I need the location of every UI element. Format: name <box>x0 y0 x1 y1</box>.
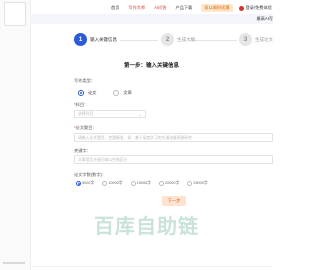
count-option-10000[interactable]: 10000字 <box>102 181 123 186</box>
sub-bar: 最高AI写 <box>30 14 273 24</box>
word-count-label: 论文字数(数字)： <box>74 172 106 178</box>
form-title: 第一步：输入关键信息 <box>123 63 179 69</box>
step-connector <box>120 40 158 41</box>
step-1-number: 1 <box>74 33 87 46</box>
subject-select-placeholder: 选择科目 <box>78 111 94 116</box>
chevron-down-icon: ⌄ <box>138 111 142 117</box>
radio-checked-icon[interactable] <box>78 90 84 96</box>
type-label-text: 写作类型： <box>74 78 95 83</box>
radio-unchecked-icon[interactable] <box>113 90 120 96</box>
keyword-label: 关键字： <box>74 148 91 154</box>
sub-bar-text: 最高AI写 <box>256 16 273 21</box>
paper-title-label-text: 论文题目： <box>75 125 97 130</box>
subject-select[interactable]: 选择科目 ⌄ <box>74 110 146 118</box>
count-option-15000[interactable]: 15000字 <box>130 181 151 186</box>
step-3-label: 生成论文 <box>255 36 273 42</box>
subject-label: *科目： <box>74 102 89 107</box>
nav-login[interactable]: 登录/免费体验 <box>238 5 272 11</box>
radio-unchecked-icon[interactable] <box>130 181 136 186</box>
word-count-radio-group: 5000字 10000字 15000字 20000字 25000字 <box>76 181 216 186</box>
keyword-label-text: 关键字： <box>74 148 91 153</box>
type-label: 写作类型： <box>74 78 95 84</box>
step-1-label: 输入关键信息 <box>90 36 117 42</box>
step-2-label: 生成大纲 <box>177 36 195 42</box>
radio-checked-icon[interactable] <box>76 181 81 186</box>
top-nav: 首页 写作大师 AI问答 产品下载 双11限时优惠 登录/免费体验 <box>111 2 273 14</box>
paper-title-placeholder: 请输入论文题目，完整精准，如：基于深度学习的交通流量预测研究 <box>78 136 192 140</box>
count-option-25000[interactable]: 25000字 <box>187 181 208 186</box>
nav-promo-button[interactable]: 双11限时优惠 <box>201 4 233 12</box>
radio-unchecked-icon[interactable] <box>158 181 164 186</box>
left-bottom-bar <box>3 262 25 264</box>
count-option-20000[interactable]: 20000字 <box>158 181 180 186</box>
paper-title-label: *论文题目： <box>74 125 97 130</box>
radio-unchecked-icon[interactable] <box>102 181 108 186</box>
step-3-number: 3 <box>239 33 252 46</box>
nav-home[interactable]: 首页 <box>111 5 119 11</box>
paper-title-input[interactable]: 请输入论文题目，完整精准，如：基于深度学习的交通流量预测研究 <box>74 133 273 142</box>
left-sidebar <box>0 0 31 270</box>
count-option-label: 15000字 <box>136 181 151 185</box>
type-radio-group: 论文 文章 <box>78 90 149 96</box>
step-1: 1 输入关键信息 <box>74 33 117 46</box>
type-option-article-label: 文章 <box>123 90 132 95</box>
step-2: 2 生成大纲 <box>161 33 195 46</box>
count-option-5000[interactable]: 5000字 <box>76 181 94 186</box>
type-option-paper-label: 论文 <box>88 90 97 95</box>
nav-login-label: 登录/免费体验 <box>245 5 272 10</box>
next-step-button[interactable]: 下一步 <box>162 196 186 206</box>
radio-unchecked-icon[interactable] <box>187 181 193 186</box>
type-option-article[interactable]: 文章 <box>113 90 132 96</box>
nav-writing-master[interactable]: 写作大师 <box>128 5 145 11</box>
count-option-label: 20000字 <box>164 181 180 185</box>
nav-ai-qa[interactable]: AI问答 <box>154 5 166 11</box>
step-indicator: 1 输入关键信息 2 生成大纲 3 生成论文 <box>74 33 273 49</box>
subject-label-text: 科目： <box>75 102 89 107</box>
bottom-divider <box>30 266 273 267</box>
user-avatar-icon <box>238 5 244 11</box>
count-option-label: 5000字 <box>82 181 95 185</box>
keyword-placeholder: 文章提及关键词请以空格区分 <box>78 158 128 162</box>
nav-download[interactable]: 产品下载 <box>176 5 193 11</box>
count-option-label: 10000字 <box>108 181 123 185</box>
type-option-paper[interactable]: 论文 <box>78 90 96 96</box>
keyword-input[interactable]: 文章提及关键词请以空格区分 <box>74 155 273 164</box>
word-count-label-text: 论文字数(数字)： <box>74 172 107 177</box>
left-badge <box>4 2 26 26</box>
step-connector <box>189 40 237 41</box>
watermark-logo: 百库自助链 <box>94 214 199 238</box>
step-2-number: 2 <box>161 33 174 46</box>
step-3: 3 生成论文 <box>239 33 273 46</box>
count-option-label: 25000字 <box>193 181 208 185</box>
